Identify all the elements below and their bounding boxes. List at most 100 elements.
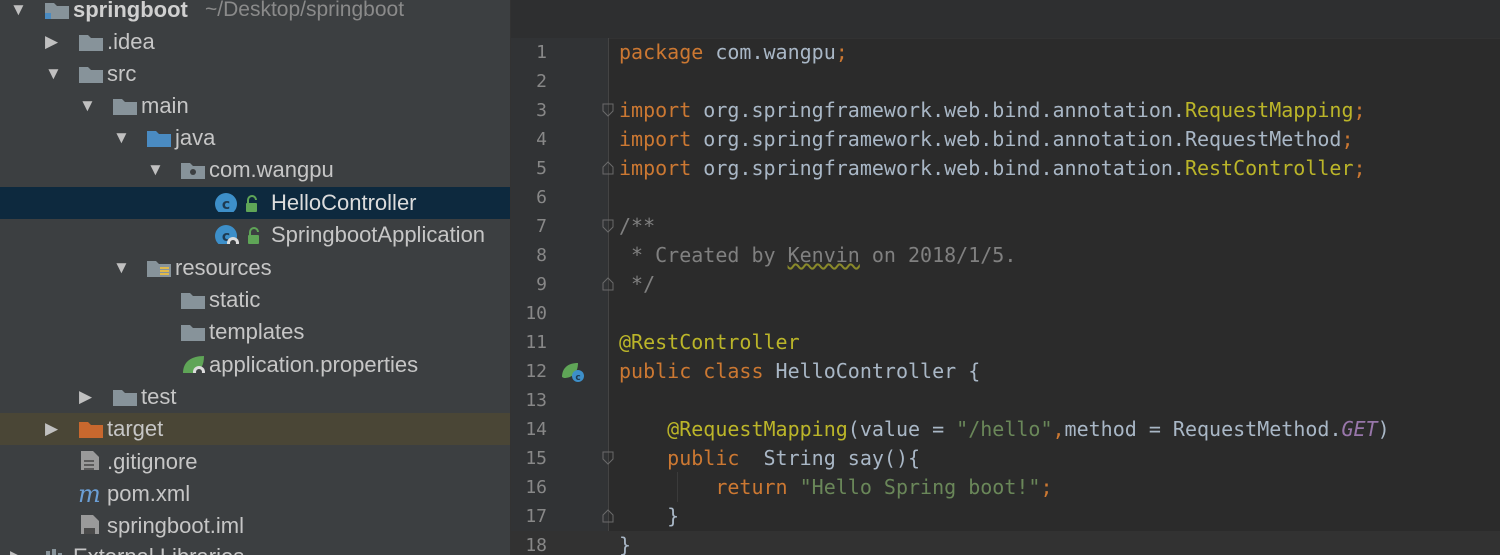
code-text[interactable]: public String say(){ <box>619 444 920 473</box>
code-token: @RestController <box>619 330 800 354</box>
expand-arrow-icon[interactable]: ▼ <box>45 58 62 90</box>
folder-icon <box>113 390 137 406</box>
tree-row-pom-xml[interactable]: m pom.xml <box>0 478 510 510</box>
tree-label: test <box>141 384 177 409</box>
tree-label: pom.xml <box>107 481 191 506</box>
code-token: @RequestMapping <box>667 417 848 441</box>
code-line: 17 } <box>511 502 1500 531</box>
line-number: 7 <box>536 216 547 237</box>
code-text[interactable]: */ <box>619 270 655 299</box>
code-text[interactable]: * Created by Kenvin on 2018/1/5. <box>619 241 1016 270</box>
code-token: } <box>619 533 632 555</box>
code-line: 10 <box>511 299 1500 328</box>
collapse-arrow-icon[interactable]: ▶ <box>79 381 93 413</box>
code-line: 1 package com.wangpu; <box>511 38 1500 67</box>
tree-label: target <box>107 416 164 441</box>
tree-row-java[interactable]: ▼ java <box>0 122 510 154</box>
line-number: 10 <box>525 303 547 324</box>
collapse-arrow-icon[interactable]: ▶ <box>45 26 59 58</box>
code-token: * Created by <box>619 243 788 267</box>
code-line: 3 import org.springframework.web.bind.an… <box>511 96 1500 125</box>
expand-arrow-icon[interactable]: ▼ <box>147 154 164 186</box>
code-text[interactable]: package com.wangpu; <box>619 38 848 67</box>
tree-label: HelloController <box>271 190 417 215</box>
code-token: public class <box>619 359 776 383</box>
tree-row-static[interactable]: static <box>0 284 510 316</box>
expand-arrow-icon[interactable]: ▼ <box>113 252 130 284</box>
tree-row-external-libraries[interactable]: ▶ External Libraries <box>0 541 510 555</box>
code-text[interactable]: import org.springframework.web.bind.anno… <box>619 96 1366 125</box>
tree-label: springboot.iml <box>107 513 244 538</box>
tree-row-springboot-iml[interactable]: springboot.iml <box>0 510 510 542</box>
spring-bean-icon[interactable]: c <box>560 361 586 383</box>
code-token: com.wangpu <box>715 40 836 64</box>
line-number: 3 <box>536 100 547 121</box>
code-text[interactable]: import org.springframework.web.bind.anno… <box>619 125 1354 154</box>
module-file-icon <box>81 515 99 534</box>
tree-row-springboot-application[interactable]: c SpringbootApplication <box>0 219 510 251</box>
tree-row-hello-controller[interactable]: c HelloController <box>0 187 510 219</box>
tree-row-com-wangpu[interactable]: ▼ com.wangpu <box>0 154 510 186</box>
tree-row-springboot[interactable]: ▼ springboot ~/Desktop/springboot <box>0 0 510 26</box>
code-token: import <box>619 156 704 180</box>
code-text[interactable]: /** <box>619 212 655 241</box>
code-token: GET <box>1341 417 1378 441</box>
code-line: 2 <box>511 67 1500 96</box>
expand-arrow-icon[interactable]: ▼ <box>113 122 130 154</box>
code-token: Kenvin <box>787 243 860 267</box>
tree-label: springboot <box>73 0 188 22</box>
code-token: org.springframework.web.bind.annotation. <box>703 156 1185 180</box>
tree-row-gitignore[interactable]: .gitignore <box>0 446 510 478</box>
code-text[interactable]: } <box>619 531 631 555</box>
tree-row-target[interactable]: ▶ target <box>0 413 510 445</box>
fold-marker-icon[interactable] <box>602 103 614 117</box>
code-line-current: 18} <box>511 531 1500 555</box>
code-token: ; <box>1040 475 1053 499</box>
code-text[interactable]: @RequestMapping(value = "/hello",method … <box>619 415 1390 444</box>
code-text[interactable]: return "Hello Spring boot!"; <box>619 473 1053 502</box>
code-text[interactable]: } <box>619 502 679 531</box>
tree-label: templates <box>209 319 305 344</box>
tree-row-resources[interactable]: ▼ resources <box>0 252 510 284</box>
collapse-arrow-icon[interactable]: ▶ <box>45 413 59 445</box>
fold-marker-icon[interactable] <box>602 509 614 523</box>
resources-folder-icon <box>147 261 171 277</box>
tree-row-src[interactable]: ▼ src <box>0 58 510 90</box>
code-token: ; <box>1353 156 1366 180</box>
editor-tab-bar <box>511 0 1500 39</box>
code-token: on 2018/1/5. <box>859 243 1017 267</box>
expand-arrow-icon[interactable]: ▼ <box>10 0 27 26</box>
code-line: 15 public String say(){ <box>511 444 1500 473</box>
tree-label: .idea <box>107 29 155 54</box>
expand-arrow-icon[interactable]: ▼ <box>79 90 96 122</box>
code-token: RequestMethod <box>1184 127 1342 151</box>
source-folder-icon <box>147 131 171 147</box>
fold-marker-icon[interactable] <box>602 277 614 291</box>
code-line: 12 c public class HelloController { <box>511 357 1500 386</box>
collapse-arrow-icon[interactable]: ▶ <box>10 541 24 555</box>
code-text[interactable]: import org.springframework.web.bind.anno… <box>619 154 1366 183</box>
code-token: RestController <box>1184 156 1354 180</box>
tree-row-test[interactable]: ▶ test <box>0 381 510 413</box>
code-token: HelloController { <box>775 359 981 383</box>
fold-marker-icon[interactable] <box>602 161 614 175</box>
line-number: 13 <box>525 390 547 411</box>
fold-marker-icon[interactable] <box>602 219 614 233</box>
line-number: 9 <box>536 274 547 295</box>
fold-marker-icon[interactable] <box>602 451 614 465</box>
tree-row-application-properties[interactable]: application.properties <box>0 349 510 381</box>
code-text[interactable]: public class HelloController { <box>619 357 980 386</box>
code-token: method = RequestMethod. <box>1064 417 1342 441</box>
line-number: 14 <box>525 419 547 440</box>
code-line: 8 * Created by Kenvin on 2018/1/5. <box>511 241 1500 270</box>
code-text[interactable]: @RestController <box>619 328 800 357</box>
code-editor[interactable]: 1 package com.wangpu; 2 3 import org.spri… <box>511 0 1500 555</box>
tree-row-templates[interactable]: templates <box>0 316 510 348</box>
tree-row-main[interactable]: ▼ main <box>0 90 510 122</box>
code-token: return <box>715 475 800 499</box>
line-number: 5 <box>536 158 547 179</box>
code-token: package <box>619 40 716 64</box>
tree-row-idea[interactable]: ▶ .idea <box>0 26 510 58</box>
code-line: 5 import org.springframework.web.bind.an… <box>511 154 1500 183</box>
